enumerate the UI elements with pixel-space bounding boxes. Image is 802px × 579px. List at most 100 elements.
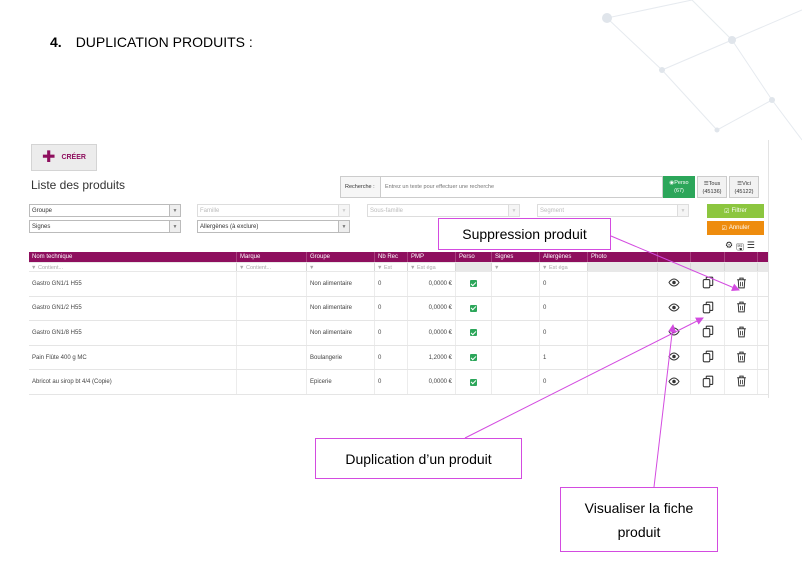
duplicate-icon [702,350,714,365]
duplicate-button[interactable] [691,272,725,296]
trash-icon [736,351,747,365]
signes-filter-select[interactable]: ▼ [492,263,540,271]
view-button[interactable] [658,370,691,394]
famille-select[interactable]: Famille ▼ [197,204,350,217]
cell-signes [492,296,540,321]
table-row[interactable]: Gastro GN1/1 H55 Non alimentaire 0 0,0000 €… [29,272,768,297]
duplicate-button[interactable] [691,370,725,394]
column-header[interactable]: Nom technique [29,252,237,262]
allergenes-select[interactable]: Allergènes (à exclure) ▼ [197,220,350,233]
check-icon [470,280,477,288]
nom-filter-input[interactable]: ▼ Contient... [29,263,237,271]
search-input[interactable] [381,177,662,197]
groupe-filter-select[interactable]: ▼ [307,263,375,271]
delete-button[interactable] [725,296,758,321]
chevron-down-icon: ▼ [169,205,180,216]
trash-icon [736,277,747,291]
section-number: 4. [50,34,62,50]
table-header: Nom technique Marque Groupe Nb Rec PMP P… [29,252,768,262]
check-icon [470,354,477,362]
pmp-filter-input[interactable]: ▼ Est éga [408,263,456,271]
cell-nom: Abricot au sirop bt 4/4 (Copie) [29,370,237,394]
cancel-button[interactable]: ☑ Annuler [707,221,764,235]
cell-groupe: Boulangerie [307,345,375,370]
eye-icon [668,352,680,363]
table-row[interactable]: Gastro GN1/2 H55 Non alimentaire 0 0,0000 €… [29,296,768,322]
plus-icon: ✚ [42,148,56,166]
chevron-down-icon: ▼ [677,205,688,216]
scope-tous-button[interactable]: ☰Tous (45136) [697,176,727,198]
cell-groupe: Non alimentaire [307,272,375,296]
eye-icon [668,303,680,314]
view-button[interactable] [658,321,691,345]
eye-icon [668,278,680,289]
column-header[interactable]: Nb Rec [375,252,408,262]
cell-nbrec: 0 [375,272,408,296]
network-decoration [602,0,802,141]
cell-allergenes: 0 [540,370,588,394]
column-header[interactable]: PMP [408,252,456,262]
check-icon: ☑ [724,208,730,215]
table-filter-row: ▼ Contient... ▼ Contient... ▼ ▼ Est ▼ Es… [29,262,768,272]
sous-famille-select[interactable]: Sous-famille ▼ [367,204,520,217]
duplicate-button[interactable] [691,296,725,321]
column-header[interactable]: Signes [492,252,540,262]
cell-pmp: 0,0000 € [408,272,456,296]
column-header-empty [658,252,691,262]
filter-empty [588,263,658,271]
cell-perso [456,345,492,370]
duplicate-icon [702,375,714,390]
cell-nbrec: 0 [375,370,408,394]
delete-button[interactable] [725,370,758,394]
cell-pmp: 0,0000 € [408,321,456,345]
cell-marque [237,370,307,394]
table-row[interactable]: Abricot au sirop bt 4/4 (Copie) Epicerie 0… [29,370,768,395]
table-row[interactable]: Pain Flûte 400 g MC Boulangerie 0 1,2000 € 1 [29,345,768,371]
cell-groupe: Non alimentaire [307,296,375,321]
delete-button[interactable] [725,345,758,370]
view-button[interactable] [658,272,691,296]
cell-allergenes: 0 [540,321,588,345]
column-header[interactable]: Perso [456,252,492,262]
scope-vici-button[interactable]: ☰Vici (45122) [729,176,759,198]
view-button[interactable] [658,345,691,370]
scope-perso-button[interactable]: ◉Perso (67) [663,176,695,198]
cell-nbrec: 0 [375,296,408,321]
duplicate-icon [702,325,714,340]
cell-photo [588,321,658,345]
duplicate-button[interactable] [691,345,725,370]
cell-nom: Gastro GN1/8 H55 [29,321,237,345]
column-header[interactable]: Allergènes [540,252,588,262]
check-icon: ☑ [721,225,727,232]
duplicate-button[interactable] [691,321,725,345]
view-button[interactable] [658,296,691,321]
cell-photo [588,370,658,394]
create-button[interactable]: ✚ CRÉER [31,144,97,171]
duplicate-icon [702,301,714,316]
filter-empty [456,263,492,271]
cell-signes [492,272,540,296]
cell-marque [237,272,307,296]
cell-perso [456,272,492,296]
chevron-down-icon: ▼ [338,221,349,232]
column-header-empty [691,252,725,262]
delete-button[interactable] [725,272,758,296]
nbrec-filter-input[interactable]: ▼ Est [375,263,408,271]
create-button-label: CRÉER [61,154,86,161]
signes-select[interactable]: Signes ▼ [29,220,181,233]
filter-button[interactable]: ☑ Filtrer [707,204,764,218]
column-header[interactable]: Marque [237,252,307,262]
allergenes-filter-input[interactable]: ▼ Est éga [540,263,588,271]
column-header[interactable]: Photo [588,252,658,262]
cell-groupe: Non alimentaire [307,321,375,345]
column-header[interactable]: Groupe [307,252,375,262]
marque-filter-input[interactable]: ▼ Contient... [237,263,307,271]
table-row[interactable]: Gastro GN1/8 H55 Non alimentaire 0 0,0000 €… [29,321,768,346]
delete-button[interactable] [725,321,758,345]
groupe-select[interactable]: Groupe ▼ [29,204,181,217]
cell-perso [456,321,492,345]
check-icon [470,378,477,386]
cell-allergenes: 1 [540,345,588,370]
segment-select[interactable]: Segment ▼ [537,204,689,217]
products-table: Nom technique Marque Groupe Nb Rec PMP P… [29,252,768,395]
